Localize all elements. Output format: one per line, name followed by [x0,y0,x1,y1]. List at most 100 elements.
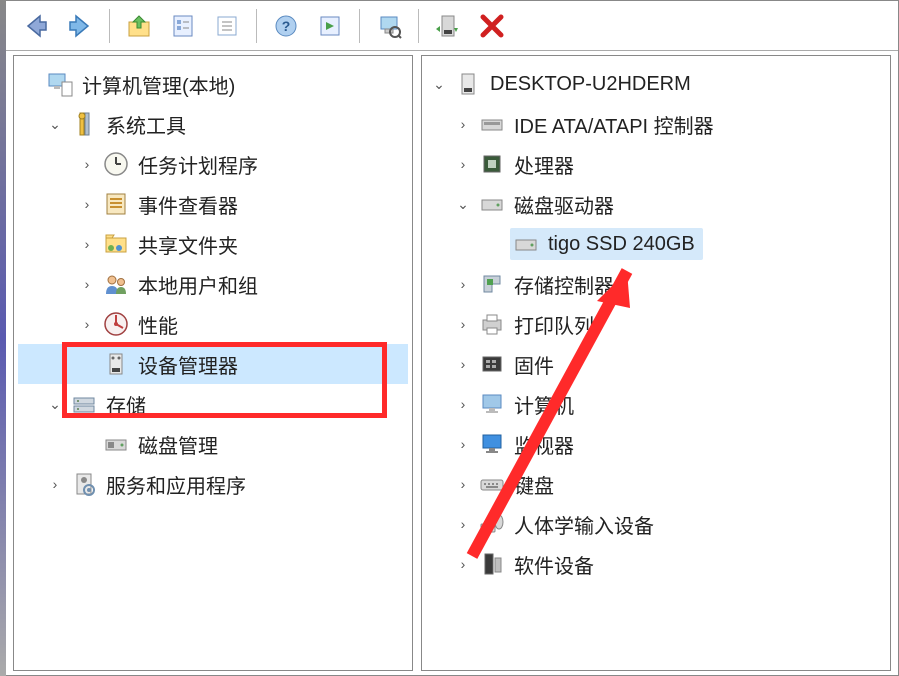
chevron-right-icon[interactable]: › [78,156,96,172]
remove-icon [477,11,507,41]
up-button[interactable] [120,7,158,45]
chevron-right-icon[interactable]: › [46,476,64,492]
tree-item-processor[interactable]: › 处理器 [426,144,886,184]
view-button[interactable] [311,7,349,45]
tree-item-storage[interactable]: ⌄ 存储 [18,384,408,424]
tree-label: IDE ATA/ATAPI 控制器 [514,110,714,139]
tree-item-shared-folders[interactable]: › 共享文件夹 [18,224,408,264]
chevron-right-icon[interactable]: › [454,516,472,532]
refresh-button[interactable] [208,7,246,45]
tree-label: 磁盘管理 [138,430,218,459]
window-edge [0,0,6,676]
tree-root-computer-mgmt[interactable]: 计算机管理(本地) [18,64,408,104]
toolbar-separator [109,9,110,43]
ide-icon [478,110,506,138]
forward-button[interactable] [61,7,99,45]
forward-arrow-icon [66,12,94,40]
tree-item-computer-root[interactable]: ⌄ DESKTOP-U2HDERM [426,64,886,104]
tree-item-keyboard[interactable]: › 键盘 [426,464,886,504]
toolbar: ? [1,1,898,51]
chevron-down-icon[interactable]: ⌄ [430,76,448,93]
chevron-right-icon[interactable]: › [78,196,96,212]
scan-button[interactable] [370,7,408,45]
disk-drive-icon [478,190,506,218]
tree-item-print-queue[interactable]: › 打印队列 [426,304,886,344]
tree-item-disk-tigo-ssd[interactable]: tigo SSD 240GB [426,224,886,264]
toolbar-separator [256,9,257,43]
tree-item-local-users[interactable]: › 本地用户和组 [18,264,408,304]
tree-item-monitor[interactable]: › 监视器 [426,424,886,464]
chevron-right-icon[interactable]: › [454,476,472,492]
back-arrow-icon [22,12,50,40]
chevron-right-icon[interactable]: › [454,156,472,172]
chevron-right-icon[interactable]: › [454,316,472,332]
tree-label: 服务和应用程序 [106,470,246,499]
tree-label: 共享文件夹 [138,230,238,259]
tree-item-performance[interactable]: › 性能 [18,304,408,344]
chevron-down-icon[interactable]: ⌄ [454,196,472,213]
tree-label: DESKTOP-U2HDERM [490,73,691,96]
tree-label: 事件查看器 [138,190,238,219]
tree-label: 磁盘驱动器 [514,190,614,219]
help-icon: ? [272,12,300,40]
tree-item-services[interactable]: › 服务和应用程序 [18,464,408,504]
tree-item-computer-category[interactable]: › 计算机 [426,384,886,424]
tree-item-system-tools[interactable]: ⌄ 系统工具 [18,104,408,144]
properties-icon [169,12,197,40]
disk-icon [102,430,130,458]
chevron-down-icon[interactable]: ⌄ [46,116,64,133]
computer-mgmt-icon [46,70,74,98]
help-button[interactable]: ? [267,7,305,45]
chevron-right-icon[interactable]: › [454,436,472,452]
tree-item-hid[interactable]: › 人体学输入设备 [426,504,886,544]
enable-button[interactable] [429,7,467,45]
chevron-down-icon[interactable]: ⌄ [46,396,64,413]
tree-item-disk-drives[interactable]: ⌄ 磁盘驱动器 [426,184,886,224]
shared-folder-icon [102,230,130,258]
chevron-right-icon[interactable]: › [454,276,472,292]
tree-label: 处理器 [514,150,574,179]
toolbar-separator [418,9,419,43]
tree-item-ide-controller[interactable]: › IDE ATA/ATAPI 控制器 [426,104,886,144]
chevron-right-icon[interactable]: › [454,556,472,572]
tree-item-device-manager[interactable]: 设备管理器 [18,344,408,384]
split-panes: 计算机管理(本地) ⌄ 系统工具 › 任务计划程序 › [9,51,898,675]
printer-icon [478,310,506,338]
properties-button[interactable] [164,7,202,45]
users-icon [102,270,130,298]
tree-label: 计算机 [514,390,574,419]
back-button[interactable] [17,7,55,45]
tree-item-software-devices[interactable]: › 软件设备 [426,544,886,584]
chevron-right-icon[interactable]: › [78,276,96,292]
services-icon [70,470,98,498]
monitor-icon [478,430,506,458]
tree-label: 计算机管理(本地) [82,70,235,99]
software-device-icon [478,550,506,578]
tree-item-event-viewer[interactable]: › 事件查看器 [18,184,408,224]
chevron-right-icon[interactable]: › [454,396,472,412]
pc-icon [478,390,506,418]
tools-icon [70,110,98,138]
chevron-right-icon[interactable]: › [454,116,472,132]
clock-icon [102,150,130,178]
disable-button[interactable] [473,7,511,45]
tree-label: 任务计划程序 [138,150,258,179]
tree-label: 存储控制器 [514,270,614,299]
event-viewer-icon [102,190,130,218]
toolbar-separator [359,9,360,43]
chevron-right-icon[interactable]: › [78,236,96,252]
tree-label: 固件 [514,350,554,379]
enable-icon [434,12,462,40]
tree-item-firmware[interactable]: › 固件 [426,344,886,384]
firmware-icon [478,350,506,378]
tree-item-storage-controller[interactable]: › 存储控制器 [426,264,886,304]
tree-label: 软件设备 [514,550,594,579]
left-tree-pane: 计算机管理(本地) ⌄ 系统工具 › 任务计划程序 › [13,55,413,671]
tree-item-task-scheduler[interactable]: › 任务计划程序 [18,144,408,184]
device-manager-icon [102,350,130,378]
tree-item-disk-management[interactable]: 磁盘管理 [18,424,408,464]
chevron-right-icon[interactable]: › [78,316,96,332]
chevron-right-icon[interactable]: › [454,356,472,372]
refresh-icon [213,12,241,40]
tree-label: 性能 [138,310,178,339]
